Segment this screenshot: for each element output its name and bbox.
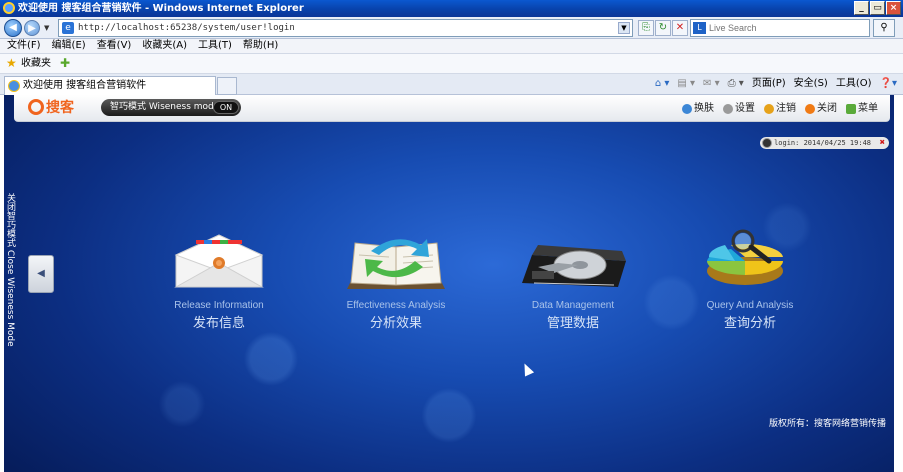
collapse-button[interactable]: ◀ bbox=[28, 255, 54, 293]
home-icon[interactable]: ⌂ ▾ bbox=[655, 74, 670, 95]
module-en-label: Query And Analysis bbox=[706, 300, 794, 311]
history-dropdown-icon[interactable]: ▼ bbox=[44, 24, 49, 32]
cmd-safety[interactable]: 安全(S) bbox=[794, 74, 828, 95]
clock-icon bbox=[762, 138, 773, 148]
mode-label: 智巧模式 Wiseness model bbox=[110, 102, 222, 112]
favorites-star-icon: ★ bbox=[6, 56, 17, 70]
window-titlebar: 欢迎使用 搜客组合营销软件 - Windows Internet Explore… bbox=[0, 0, 903, 17]
menu-tools[interactable]: 工具(T) bbox=[198, 39, 232, 53]
minimize-button[interactable]: _ bbox=[854, 1, 869, 15]
mouse-cursor-icon bbox=[519, 361, 535, 377]
cmd-tools[interactable]: 工具(O) bbox=[836, 74, 872, 95]
search-input[interactable] bbox=[709, 21, 867, 35]
book-refresh-icon bbox=[341, 227, 451, 293]
tab-title: 欢迎使用 搜客组合营销软件 bbox=[23, 80, 147, 91]
mail-icon[interactable]: ✉ ▾ bbox=[703, 74, 720, 95]
gear-icon bbox=[723, 103, 733, 114]
envelope-icon bbox=[164, 227, 274, 293]
search-box[interactable]: L bbox=[690, 19, 870, 37]
module-data-management[interactable]: Data Management 管理数据 bbox=[508, 227, 638, 331]
module-effectiveness-analysis[interactable]: Effectiveness Analysis 分析效果 bbox=[331, 227, 461, 331]
tab-bar: 欢迎使用 搜客组合营销软件 ⌂ ▾ ▤ ▾ ✉ ▾ ⎙ ▾ 页面(P) 安全(S… bbox=[0, 74, 903, 95]
settings-button[interactable]: 设置 bbox=[723, 95, 755, 122]
module-en-label: Release Information bbox=[174, 300, 264, 311]
module-zh-label: 分析效果 bbox=[369, 316, 422, 331]
tab-ie-icon bbox=[8, 80, 20, 92]
cmd-page[interactable]: 页面(P) bbox=[752, 74, 786, 95]
close-icon bbox=[805, 103, 815, 114]
module-zh-label: 查询分析 bbox=[723, 316, 776, 331]
ie-logo-icon bbox=[3, 2, 15, 14]
header-links: 换肤 设置 注销 关闭 菜单 bbox=[682, 95, 878, 122]
module-en-label: Data Management bbox=[531, 300, 615, 311]
page-icon: e bbox=[62, 22, 74, 34]
compat-view-icon[interactable]: ⎘ bbox=[638, 20, 654, 36]
help-icon[interactable]: ❓▾ bbox=[880, 74, 897, 95]
module-release-information[interactable]: Release Information 发布信息 bbox=[154, 227, 284, 331]
menu-favorites[interactable]: 收藏夹(A) bbox=[142, 39, 187, 53]
tab-current[interactable]: 欢迎使用 搜客组合营销软件 bbox=[4, 76, 216, 95]
live-search-logo-icon: L bbox=[693, 22, 706, 34]
pie-chart-magnifier-icon bbox=[695, 227, 805, 293]
back-button[interactable]: ◀ bbox=[4, 19, 22, 37]
menu-edit[interactable]: 编辑(E) bbox=[52, 39, 86, 53]
login-info-badge: login: 2014/04/25 19:48 ✖ bbox=[760, 137, 889, 149]
url-dropdown-icon[interactable]: ▼ bbox=[618, 22, 630, 34]
menu-help[interactable]: 帮助(H) bbox=[243, 39, 278, 53]
stop-icon[interactable]: ✕ bbox=[672, 20, 688, 36]
dismiss-login-icon[interactable]: ✖ bbox=[880, 137, 885, 149]
maximize-button[interactable]: ▭ bbox=[870, 1, 885, 15]
module-zh-label: 发布信息 bbox=[192, 316, 245, 331]
sooke-logo-icon bbox=[28, 99, 44, 115]
favorites-button[interactable]: 收藏夹 bbox=[21, 54, 51, 73]
module-zh-label: 管理数据 bbox=[546, 316, 599, 331]
new-tab-button[interactable] bbox=[217, 77, 237, 95]
add-favorite-icon[interactable]: ✚ bbox=[60, 57, 70, 70]
hard-drive-icon bbox=[518, 227, 628, 293]
forward-button[interactable]: ▶ bbox=[24, 20, 40, 36]
menu-bar: 文件(F) 编辑(E) 查看(V) 收藏夹(A) 工具(T) 帮助(H) bbox=[0, 39, 903, 54]
address-bar[interactable]: e ▼ bbox=[58, 19, 633, 37]
url-input[interactable] bbox=[78, 21, 608, 35]
logout-button[interactable]: 注销 bbox=[764, 95, 796, 122]
feeds-icon[interactable]: ▤ ▾ bbox=[677, 74, 695, 95]
menu-view[interactable]: 查看(V) bbox=[97, 39, 132, 53]
app-viewport: 搜客 智巧模式 Wiseness model ON 换肤 设置 注销 关闭 菜单… bbox=[4, 95, 894, 472]
app-header: 搜客 智巧模式 Wiseness model ON 换肤 设置 注销 关闭 菜单 bbox=[14, 95, 890, 122]
brand-logo: 搜客 bbox=[28, 98, 74, 118]
login-info: login: 2014/04/25 19:48 bbox=[774, 139, 871, 147]
logout-icon bbox=[764, 103, 774, 114]
module-query-and-analysis[interactable]: Query And Analysis 查询分析 bbox=[685, 227, 815, 331]
copyright-text: 版权所有：搜客网络营销传播 bbox=[768, 419, 886, 429]
skin-button[interactable]: 换肤 bbox=[682, 95, 714, 122]
close-button[interactable]: 关闭 bbox=[805, 95, 837, 122]
favorites-bar: ★ 收藏夹 ✚ bbox=[0, 54, 903, 74]
command-bar: ⌂ ▾ ▤ ▾ ✉ ▾ ⎙ ▾ 页面(P) 安全(S) 工具(O) ❓▾ bbox=[655, 74, 897, 95]
module-en-label: Effectiveness Analysis bbox=[346, 300, 446, 311]
side-tab-label: 关闭智巧模式 Close Wiseness Mode bbox=[5, 193, 15, 347]
print-icon[interactable]: ⎙ ▾ bbox=[728, 74, 744, 95]
window-title: 欢迎使用 搜客组合营销软件 - Windows Internet Explore… bbox=[18, 3, 304, 14]
menu-icon bbox=[846, 103, 856, 114]
close-wiseness-mode-tab[interactable]: 关闭智巧模式 Close Wiseness Mode bbox=[4, 193, 24, 347]
menu-file[interactable]: 文件(F) bbox=[7, 39, 41, 53]
module-grid: Release Information 发布信息 Effectiveness A… bbox=[154, 227, 804, 337]
search-button[interactable]: ⚲ bbox=[873, 19, 895, 37]
address-toolbar: ◀ ▶ ▼ e ▼ ⎘ ↻ ✕ L ⚲ bbox=[0, 17, 903, 39]
skin-icon bbox=[682, 103, 692, 114]
menu-button[interactable]: 菜单 bbox=[846, 95, 878, 122]
wiseness-mode-toggle[interactable]: 智巧模式 Wiseness model ON bbox=[101, 99, 241, 116]
close-window-button[interactable]: × bbox=[886, 1, 901, 15]
mode-state: ON bbox=[213, 101, 239, 114]
refresh-icon[interactable]: ↻ bbox=[655, 20, 671, 36]
